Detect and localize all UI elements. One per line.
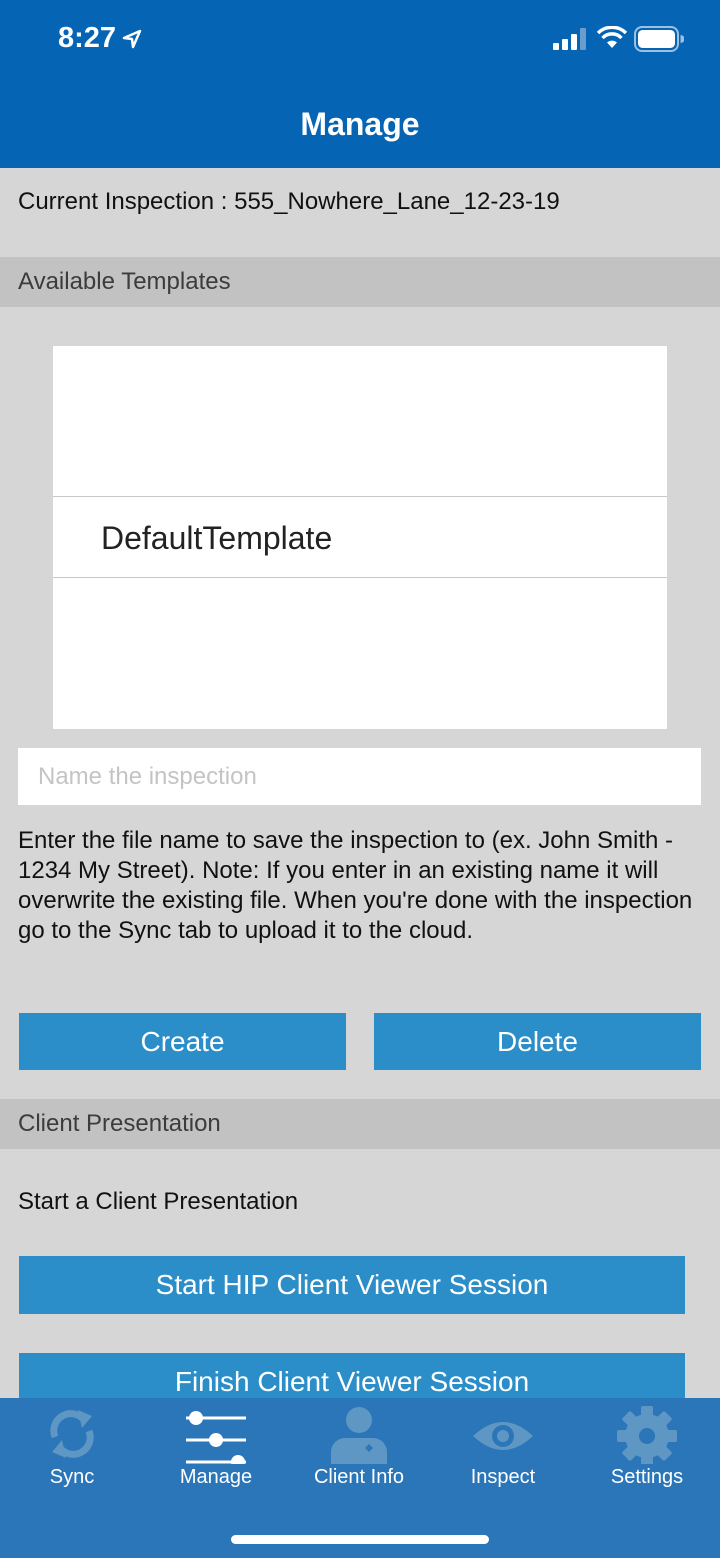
tab-inspect[interactable]: Inspect	[431, 1398, 575, 1498]
navigation-bar: 8:27 Manage	[0, 0, 720, 168]
start-client-viewer-session-button[interactable]: Start HIP Client Viewer Session	[19, 1256, 685, 1314]
inspection-name-input[interactable]	[18, 748, 701, 805]
help-text: Enter the file name to save the inspecti…	[18, 827, 693, 944]
delete-button[interactable]: Delete	[374, 1013, 701, 1070]
eye-icon	[473, 1422, 533, 1450]
start-presentation-label: Start a Client Presentation	[18, 1188, 299, 1215]
sliders-icon	[186, 1411, 246, 1464]
status-time: 8:27	[58, 22, 117, 54]
sync-icon	[50, 1410, 94, 1458]
tab-settings-label: Settings	[610, 1466, 684, 1488]
tab-sync-label: Sync	[49, 1466, 95, 1488]
template-item-default[interactable]: DefaultTemplate	[53, 496, 667, 578]
available-templates-header: Available Templates	[0, 257, 720, 307]
tab-client-info[interactable]: Client Info	[287, 1398, 431, 1498]
gear-icon	[617, 1406, 677, 1464]
wifi-icon	[596, 26, 628, 48]
tab-manage[interactable]: Manage	[144, 1398, 288, 1498]
cellular-signal-icon	[553, 28, 586, 50]
tab-client-info-label: Client Info	[313, 1466, 405, 1488]
client-presentation-header: Client Presentation	[0, 1099, 720, 1149]
page-title: Manage	[300, 106, 420, 142]
tab-settings[interactable]: Settings	[575, 1398, 719, 1498]
home-indicator	[231, 1535, 489, 1544]
tab-inspect-label: Inspect	[470, 1466, 536, 1488]
template-picker[interactable]: DefaultTemplate	[53, 346, 667, 729]
current-inspection-label: Current Inspection : 555_Nowhere_Lane_12…	[18, 188, 560, 215]
tab-bar: Sync Manage Client Info Inspect Settings	[0, 1398, 720, 1558]
tab-manage-label: Manage	[179, 1466, 253, 1488]
tab-sync[interactable]: Sync	[0, 1398, 144, 1498]
person-icon	[331, 1407, 387, 1464]
battery-icon	[634, 26, 684, 52]
location-arrow-icon	[122, 29, 142, 49]
create-button[interactable]: Create	[19, 1013, 346, 1070]
